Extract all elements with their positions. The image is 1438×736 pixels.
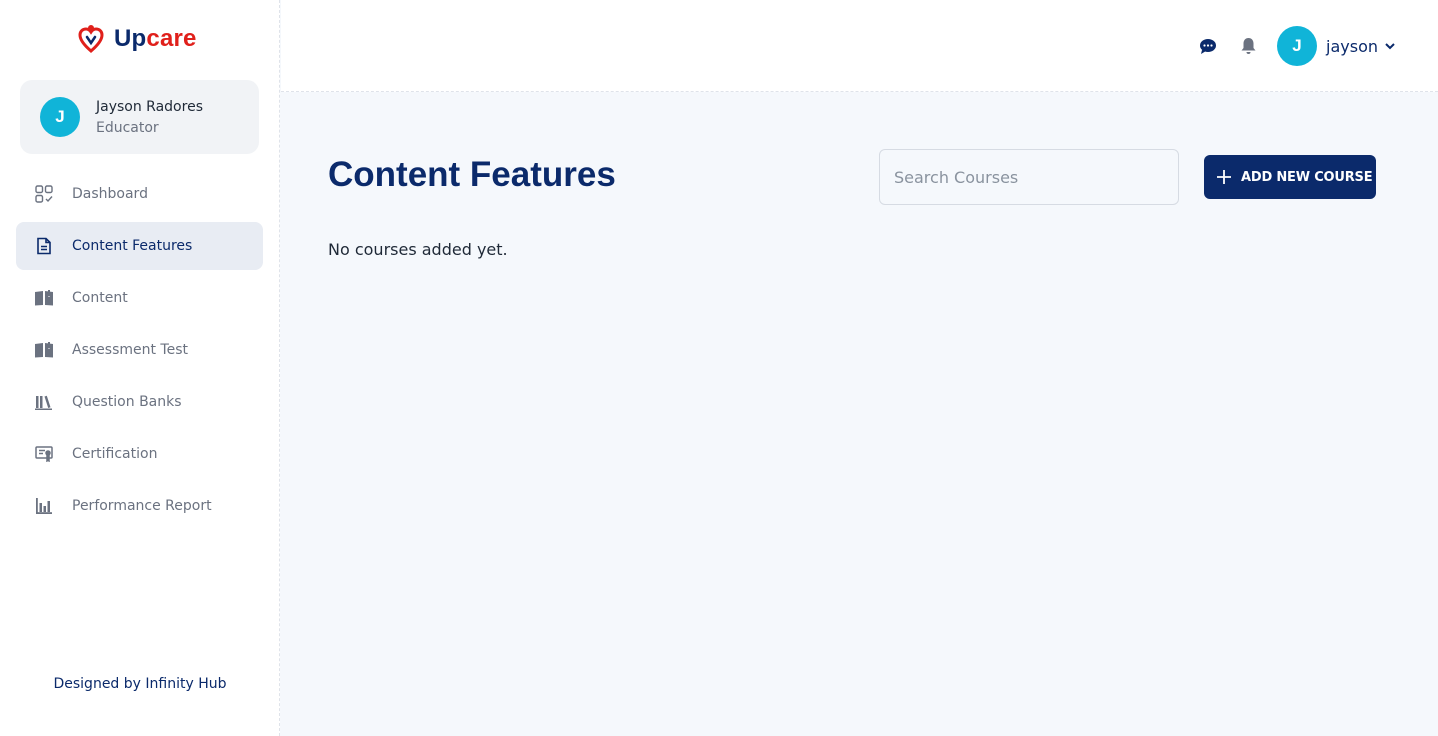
sidebar-item-certification[interactable]: Certification: [16, 430, 263, 478]
main-content: Content Features ADD NEW COURSE No cours…: [281, 93, 1438, 736]
avatar: J: [40, 97, 80, 137]
sidebar-item-question-banks[interactable]: Question Banks: [16, 378, 263, 426]
topbar-actions: J jayson: [1197, 26, 1396, 66]
document-icon: [34, 236, 54, 256]
search-input[interactable]: [879, 149, 1179, 205]
sidebar-item-performance-report[interactable]: Performance Report: [16, 482, 263, 530]
footer-credit[interactable]: Designed by Infinity Hub: [0, 676, 280, 692]
chevron-down-icon: [1384, 42, 1396, 50]
sidebar-item-content[interactable]: Content: [16, 274, 263, 322]
certificate-icon: [34, 444, 54, 464]
sidebar-item-label: Performance Report: [72, 498, 212, 514]
bar-chart-icon: [34, 496, 54, 516]
sidebar-item-label: Certification: [72, 446, 158, 462]
sidebar-item-dashboard[interactable]: Dashboard: [16, 170, 263, 218]
brand-logo[interactable]: Upcare: [78, 24, 197, 54]
sidebar-item-label: Content: [72, 290, 128, 306]
empty-state-message: No courses added yet.: [328, 240, 508, 259]
add-new-course-button[interactable]: ADD NEW COURSE: [1204, 155, 1376, 199]
profile-card[interactable]: J Jayson Radores Educator: [20, 80, 259, 154]
library-icon: [34, 392, 54, 412]
profile-name: Jayson Radores: [96, 98, 203, 115]
top-bar: J jayson: [281, 0, 1438, 92]
sidebar-item-content-features[interactable]: Content Features: [16, 222, 263, 270]
book-icon: [34, 340, 54, 360]
page-title: Content Features: [328, 155, 616, 194]
profile-info: Jayson Radores Educator: [96, 99, 203, 136]
sidebar-item-assessment-test[interactable]: Assessment Test: [16, 326, 263, 374]
user-menu[interactable]: J jayson: [1277, 26, 1396, 66]
chat-icon[interactable]: [1197, 35, 1219, 57]
brand-name: Upcare: [114, 25, 197, 52]
profile-role: Educator: [96, 119, 159, 136]
sidebar-nav: Dashboard Content Features Content Asses…: [16, 170, 263, 534]
add-button-label: ADD NEW COURSE: [1241, 169, 1373, 185]
username: jayson: [1326, 36, 1378, 56]
dashboard-icon: [34, 184, 54, 204]
sidebar: Upcare J Jayson Radores Educator Dashboa…: [0, 0, 280, 736]
book-icon: [34, 288, 54, 308]
plus-icon: [1217, 170, 1231, 184]
heart-person-logo-icon: [78, 24, 104, 54]
avatar: J: [1277, 26, 1318, 66]
bell-icon[interactable]: [1237, 35, 1259, 57]
sidebar-item-label: Content Features: [72, 238, 193, 254]
sidebar-item-label: Assessment Test: [72, 342, 188, 358]
sidebar-item-label: Dashboard: [72, 186, 148, 202]
sidebar-item-label: Question Banks: [72, 394, 182, 410]
